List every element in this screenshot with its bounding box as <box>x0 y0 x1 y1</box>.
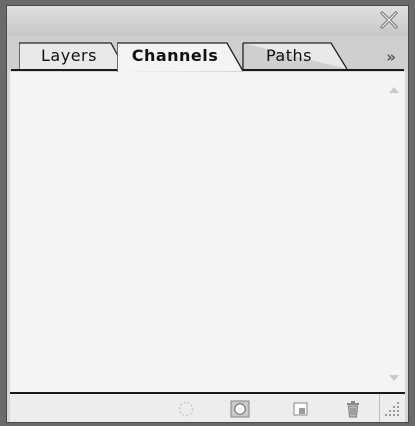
panel-menu-icon: » <box>386 48 396 66</box>
resize-grip-icon <box>384 402 399 416</box>
panel-titlebar[interactable] <box>7 6 408 36</box>
tab-strip: Layers Paths Channels » <box>7 36 408 72</box>
channels-panel: Layers Paths Channels » <box>6 5 409 423</box>
create-new-channel-button[interactable] <box>290 399 312 419</box>
delete-channel-icon <box>347 401 359 418</box>
scroll-up-arrow-icon[interactable] <box>388 86 400 94</box>
close-icon <box>380 11 398 29</box>
resize-grip[interactable] <box>379 394 405 422</box>
tab-channels[interactable]: Channels <box>117 42 245 72</box>
save-selection-as-channel-icon <box>230 400 250 418</box>
tab-paths[interactable]: Paths <box>237 42 349 70</box>
vertical-scrollbar[interactable] <box>383 72 405 392</box>
tab-label-channels: Channels <box>131 46 219 65</box>
panel-frame: Layers Paths Channels » <box>0 0 415 426</box>
panel-toolbar <box>10 392 405 422</box>
load-channel-as-selection-icon <box>178 401 194 417</box>
scroll-down-arrow-icon[interactable] <box>388 374 400 382</box>
tab-label-paths: Paths <box>266 46 312 65</box>
create-new-channel-icon <box>293 402 308 416</box>
save-selection-as-channel-button[interactable] <box>229 399 251 419</box>
channels-list[interactable] <box>10 72 405 392</box>
close-button[interactable] <box>378 10 400 30</box>
delete-channel-button[interactable] <box>342 399 364 419</box>
tab-layers[interactable]: Layers <box>19 42 127 70</box>
tab-label-layers: Layers <box>41 46 97 65</box>
load-channel-as-selection-button[interactable] <box>175 399 197 419</box>
panel-menu-button[interactable]: » <box>386 48 396 66</box>
